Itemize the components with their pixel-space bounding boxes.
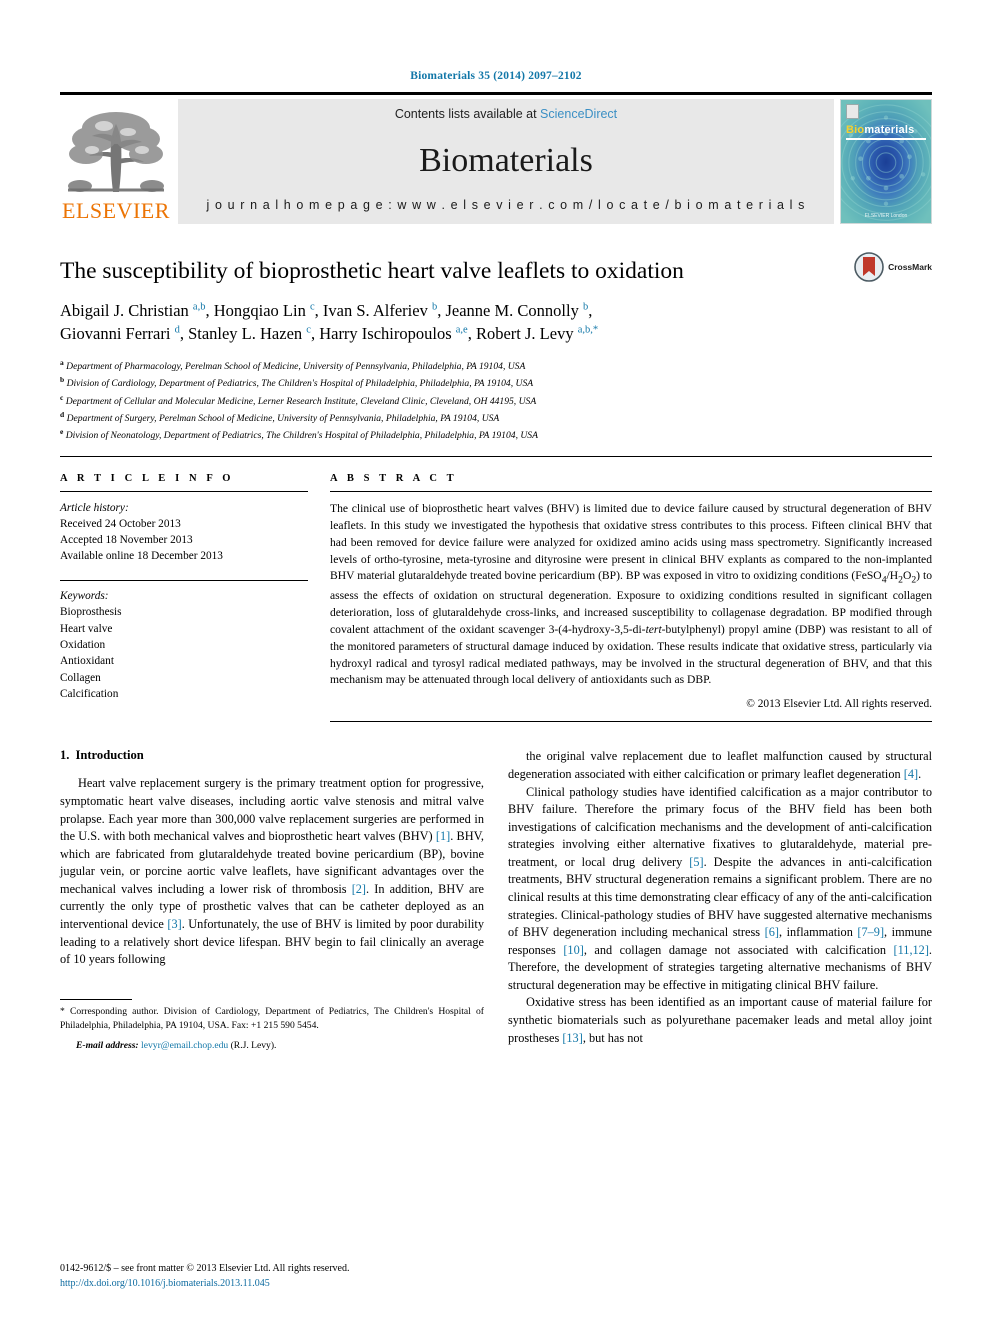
affiliation-item: a Department of Pharmacology, Perelman S… [60,357,526,373]
keyword-item: Calcification [60,688,119,701]
history-item: Accepted 18 November 2013 [60,533,193,546]
abstract-text: The clinical use of bioprosthetic heart … [330,501,933,687]
affiliation-item: b Division of Cardiology, Department of … [60,375,534,390]
affiliation-list: a Department of Pharmacology, Perelman S… [60,357,932,444]
journal-masthead: ELSEVIER Contents lists available at Sci… [60,92,932,224]
issn-copyright-line: 0142-9612/$ – see front matter © 2013 El… [60,1263,350,1274]
cover-footer-text: ELSEVIER London [864,213,908,219]
affiliation-item: c Department of Cellular and Molecular M… [60,392,537,407]
affiliation-item: e Division of Neonatology, Department of… [60,427,538,442]
paper-page: Biomaterials 35 (2014) 2097–2102 ELSEVIE… [0,0,992,1323]
corresponding-author-footnote: * Corresponding author. Division of Card… [60,998,484,1051]
email-address-line: E-mail address: levyr@email.chop.edu (R.… [60,1040,484,1051]
keyword-item: Bioprosthesis [60,606,122,619]
body-column-left: 1. Introduction Heart valve replacement s… [60,748,484,1051]
elsevier-logo: ELSEVIER [60,99,172,224]
article-history: Article history: Received 24 October 201… [60,500,308,564]
author-line-2: Giovanni Ferrari d, Stanley L. Hazen c, … [60,324,599,344]
keywords-divider [60,579,308,581]
title-block: CrossMark The susceptibility of bioprost… [60,252,932,444]
abstract-divider [330,490,932,492]
crossmark-badge[interactable]: CrossMark [854,252,932,282]
abstract-column: A B S T R A C T The clinical use of biop… [330,473,932,723]
email-link[interactable]: levyr@email.chop.edu [141,1040,228,1051]
doi-link[interactable]: http://dx.doi.org/10.1016/j.biomaterials… [60,1276,480,1291]
abstract-heading: A B S T R A C T [330,472,458,484]
keyword-item: Collagen [60,671,101,684]
author-line-1: Abigail J. Christian a,b, Hongqiao Lin c… [60,301,593,321]
paragraph: the original valve replacement due to le… [508,749,932,781]
paragraph: Clinical pathology studies have identifi… [508,784,932,992]
page-title: The susceptibility of bioprosthetic hear… [60,258,684,284]
abstract-bottom-divider [330,721,932,723]
article-info-heading: A R T I C L E I N F O [60,472,235,484]
section-title: Introduction [75,748,144,763]
paragraph: Oxidative stress has been identified as … [508,995,932,1045]
author-list: Abigail J. Christian a,b, Hongqiao Lin c… [60,299,932,346]
sciencedirect-link[interactable]: ScienceDirect [540,107,617,121]
keyword-item: Heart valve [60,622,113,635]
abstract-copyright: © 2013 Elsevier Ltd. All rights reserved… [746,698,932,711]
header-divider [60,455,932,457]
crossmark-label: CrossMark [888,262,932,272]
body-column-right: the original valve replacement due to le… [508,748,932,1050]
elsevier-tree-icon [64,106,168,200]
cover-journal-title: Biomaterials [846,124,914,136]
contents-available-line: Contents lists available at ScienceDirec… [395,107,617,121]
journal-cover-thumbnail: Biomaterials ELSEVIER London [840,99,932,224]
elsevier-wordmark: ELSEVIER [62,198,170,223]
cover-title-part2: materials [864,124,915,136]
contents-prefix: Contents lists available at [394,107,541,121]
running-head: Biomaterials 35 (2014) 2097–2102 [410,70,582,82]
cover-title-part1: Bio [846,124,865,136]
cover-publisher-badge-icon [846,104,859,119]
article-info-column: A R T I C L E I N F O Article history: R… [60,473,308,723]
paragraph: Heart valve replacement surgery is the p… [60,776,484,967]
imprint-block: 0142-9612/$ – see front matter © 2013 El… [60,1261,480,1291]
article-history-label: Article history: [60,501,129,514]
keyword-item: Antioxidant [60,655,114,668]
email-label: E-mail address: [76,1039,139,1051]
journal-homepage[interactable]: j o u r n a l h o m e p a g e : w w w . … [207,198,806,212]
section-number: 1. [60,748,70,763]
body-columns: 1. Introduction Heart valve replacement s… [60,748,932,1051]
email-owner: (R.J. Levy). [230,1039,277,1051]
journal-band: Contents lists available at ScienceDirec… [178,99,834,224]
info-abstract-section: A R T I C L E I N F O Article history: R… [60,473,932,723]
cover-title-rule [846,138,926,140]
section-heading-introduction: 1. Introduction [60,748,484,763]
keywords-list: Keywords: Bioprosthesis Heart valve Oxid… [60,588,308,703]
crossmark-icon [854,252,884,282]
article-info-divider [60,490,308,492]
corresponding-author-text: * Corresponding author. Division of Card… [60,1005,484,1031]
keywords-label: Keywords: [60,589,109,602]
history-item: Received 24 October 2013 [60,517,181,530]
history-item: Available online 18 December 2013 [60,549,223,562]
footnote-rule [60,998,132,1000]
journal-title: Biomaterials [419,141,593,179]
keyword-item: Oxidation [60,638,106,651]
affiliation-item: d Department of Surgery, Perelman School… [60,409,500,425]
